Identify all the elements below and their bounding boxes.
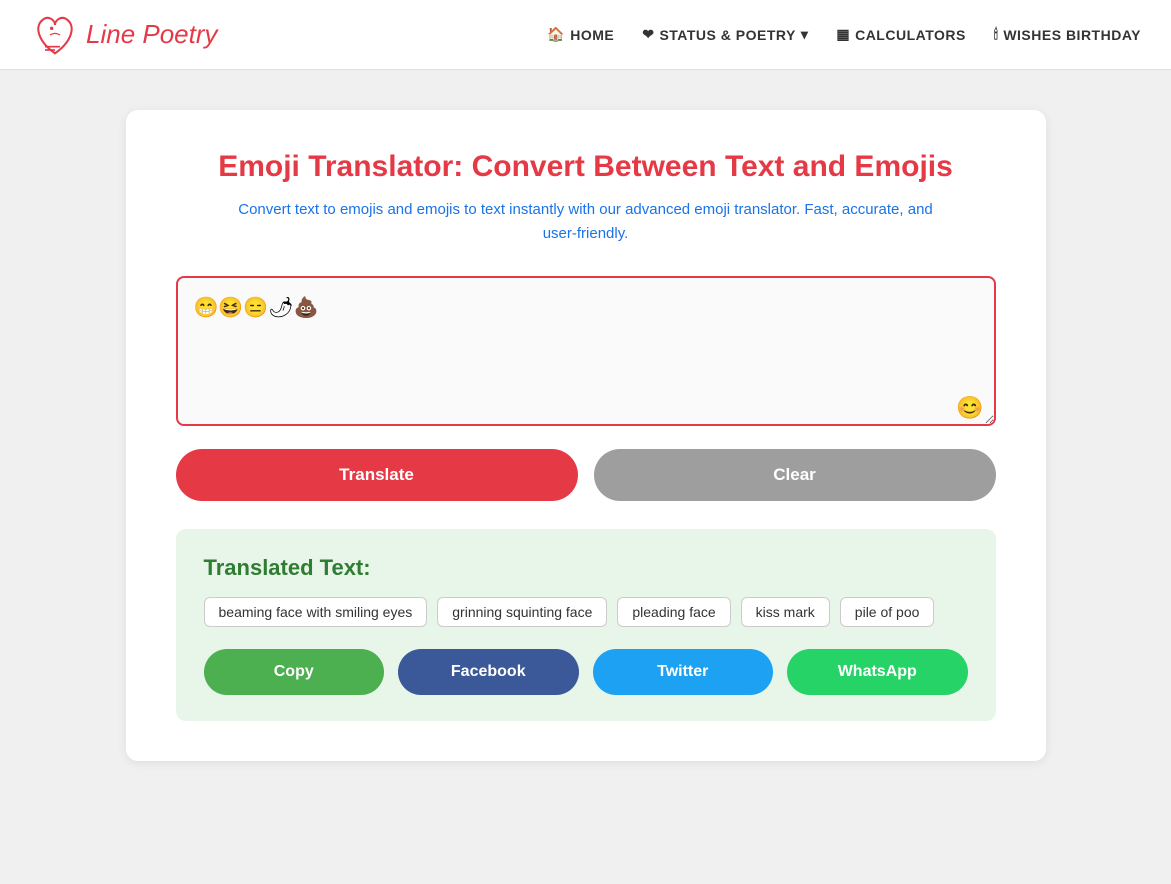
- result-title: Translated Text:: [204, 555, 968, 581]
- share-buttons: Copy Facebook Twitter WhatsApp: [204, 649, 968, 695]
- tag-kiss: kiss mark: [741, 597, 830, 627]
- main-content: Emoji Translator: Convert Between Text a…: [106, 110, 1066, 761]
- nav-link-calculators[interactable]: ▦ CALCULATORS: [836, 26, 966, 43]
- tag-pleading: pleading face: [617, 597, 730, 627]
- result-box: Translated Text: beaming face with smili…: [176, 529, 996, 721]
- whatsapp-button[interactable]: WhatsApp: [787, 649, 968, 695]
- logo-text: Line Poetry: [86, 19, 218, 50]
- copy-button[interactable]: Copy: [204, 649, 385, 695]
- nav-link-wishes[interactable]: 🕯 WISHES BIRTHDAY: [994, 26, 1141, 43]
- tag-beaming: beaming face with smiling eyes: [204, 597, 428, 627]
- emoji-input[interactable]: 😁😆😑🌶💩: [176, 276, 996, 426]
- tags-area: beaming face with smiling eyes grinning …: [204, 597, 968, 627]
- page-description: Convert text to emojis and emojis to tex…: [236, 198, 936, 246]
- heart-icon: ❤: [642, 26, 654, 43]
- nav-item-wishes[interactable]: 🕯 WISHES BIRTHDAY: [994, 26, 1141, 43]
- chevron-down-icon: ▾: [801, 26, 809, 43]
- nav-link-home[interactable]: 🏠 HOME: [547, 26, 614, 43]
- tag-poo: pile of poo: [840, 597, 935, 627]
- page-title: Emoji Translator: Convert Between Text a…: [176, 150, 996, 184]
- nav-item-calculators[interactable]: ▦ CALCULATORS: [836, 26, 966, 43]
- buttons-row: Translate Clear: [176, 449, 996, 501]
- calculator-icon: ▦: [836, 26, 850, 43]
- logo-icon: [30, 10, 80, 60]
- card: Emoji Translator: Convert Between Text a…: [126, 110, 1046, 761]
- navbar: Line Poetry 🏠 HOME ❤ STATUS & POETRY ▾ ▦…: [0, 0, 1171, 70]
- nav-item-home[interactable]: 🏠 HOME: [547, 26, 614, 43]
- nav-item-status[interactable]: ❤ STATUS & POETRY ▾: [642, 26, 808, 43]
- candle-icon: 🕯: [994, 26, 998, 43]
- facebook-button[interactable]: Facebook: [398, 649, 579, 695]
- textarea-wrapper: 😁😆😑🌶💩 😊: [176, 276, 996, 431]
- twitter-button[interactable]: Twitter: [593, 649, 774, 695]
- emoji-picker-icon[interactable]: 😊: [956, 395, 983, 421]
- home-icon: 🏠: [547, 26, 565, 43]
- logo[interactable]: Line Poetry: [30, 10, 218, 60]
- translate-button[interactable]: Translate: [176, 449, 578, 501]
- nav-link-status[interactable]: ❤ STATUS & POETRY ▾: [642, 26, 808, 43]
- nav-links: 🏠 HOME ❤ STATUS & POETRY ▾ ▦ CALCULATORS…: [547, 26, 1141, 43]
- tag-grinning: grinning squinting face: [437, 597, 607, 627]
- desc-start: Convert text to emojis and emojis to tex…: [238, 201, 625, 218]
- clear-button[interactable]: Clear: [594, 449, 996, 501]
- desc-link: advanced emoji translator: [625, 201, 796, 218]
